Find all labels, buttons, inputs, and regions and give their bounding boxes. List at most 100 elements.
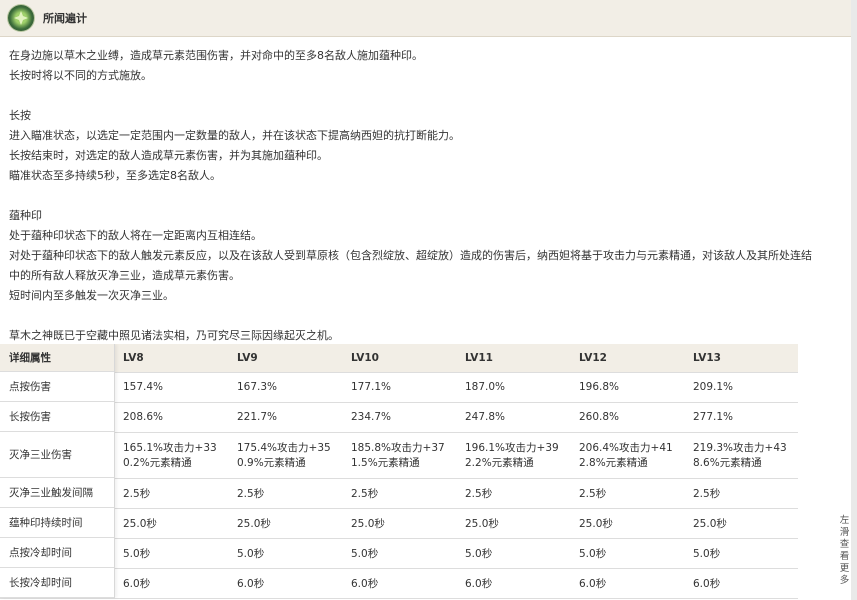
value-cell: 25.0秒 [570,508,684,539]
row-label: 长按冷却时间 [0,568,114,598]
value-cell: 206.4%攻击力+41 2.8%元素精通 [570,432,684,479]
sticky-label-column: 详细属性 点按伤害 长按伤害 灭净三业伤害 灭净三业触发间隔 蕴种印持续时间 点按冷却时间… [0,344,115,598]
description-line: 长按时将以不同的方式施放。 [9,69,152,82]
value-cell: 5.0秒 [570,538,684,569]
row-label: 灭净三业伤害 [0,432,114,478]
description-line: 草木之神既已于空藏中照见诸法实相，乃可究尽三际因缘起灭之机。 [9,329,339,342]
level-header: LV10 [342,344,456,373]
description-line: 在身边施以草木之业缚，造成草元素范围伤害，并对命中的至多8名敌人施加蕴种印。 [9,49,423,62]
value-cell: 6.0秒 [570,568,684,599]
value-cell: 260.8% [570,402,684,433]
value-cell: 6.0秒 [456,568,570,599]
value-line: 206.4%攻击力+41 [579,442,673,454]
value-line: 8.6%元素精通 [693,457,762,469]
scrollbar-track[interactable] [851,0,857,600]
value-cell: 177.1% [342,372,456,403]
description-line: 瞄准状态至多持续5秒，至多选定8名敌人。 [9,169,221,182]
row-label: 蕴种印持续时间 [0,508,114,538]
leaf-icon [14,11,28,25]
value-line: 1.5%元素精通 [351,457,420,469]
value-cell: 25.0秒 [342,508,456,539]
value-cell: 157.4% [114,372,228,403]
value-cell: 196.1%攻击力+39 2.2%元素精通 [456,432,570,479]
table-row: 208.6% 221.7% 234.7% 247.8% 260.8% 277.1% [0,402,798,433]
value-cell: 2.5秒 [114,478,228,509]
value-line: 0.9%元素精通 [237,457,306,469]
level-header: LV8 [114,344,228,373]
table-row: 157.4% 167.3% 177.1% 187.0% 196.8% 209.1% [0,372,798,403]
value-line: 2.2%元素精通 [465,457,534,469]
value-cell: 234.7% [342,402,456,433]
description-line: 对处于蕴种印状态下的敌人触发元素反应，以及在该敌人受到草原核（包含烈绽放、超绽放… [9,249,812,262]
value-cell: 25.0秒 [684,508,798,539]
value-cell: 165.1%攻击力+33 0.2%元素精通 [114,432,228,479]
value-cell: 25.0秒 [114,508,228,539]
value-cell: 247.8% [456,402,570,433]
value-line: 0.2%元素精通 [123,457,192,469]
description-line: 进入瞄准状态，以选定一定范围内一定数量的敌人，并在该状态下提高纳西妲的抗打断能力… [9,129,460,142]
value-cell: 187.0% [456,372,570,403]
value-cell: 175.4%攻击力+35 0.9%元素精通 [228,432,342,479]
value-cell: 277.1% [684,402,798,433]
level-table: LV8 LV9 LV10 LV11 LV12 LV13 157.4% 167.3%… [0,344,798,599]
skill-icon [8,5,34,31]
value-cell: 6.0秒 [228,568,342,599]
value-line: 175.4%攻击力+35 [237,442,331,454]
value-cell: 196.8% [570,372,684,403]
value-cell: 221.7% [228,402,342,433]
table-row: 5.0秒 5.0秒 5.0秒 5.0秒 5.0秒 5.0秒 [0,538,798,569]
value-cell: 5.0秒 [114,538,228,569]
description-line: 长按 [9,109,31,122]
table-header-row: LV8 LV9 LV10 LV11 LV12 LV13 [0,344,798,373]
value-cell: 2.5秒 [684,478,798,509]
level-header: LV13 [684,344,798,373]
table-row: 击力+30精通165.1%攻击力+330.2%元素精通175.4%攻击力+350… [0,432,798,479]
value-cell: 219.3%攻击力+43 8.6%元素精通 [684,432,798,479]
row-label: 点按伤害 [0,372,114,402]
value-line: 185.8%攻击力+37 [351,442,445,454]
description-line: 长按结束时，对选定的敌人造成草元素伤害，并为其施加蕴种印。 [9,149,328,162]
value-cell: 5.0秒 [684,538,798,569]
value-line: 2.8%元素精通 [579,457,648,469]
description-line: 短时间内至多触发一次灭净三业。 [9,289,174,302]
level-header: LV9 [228,344,342,373]
value-cell: 25.0秒 [228,508,342,539]
description-line: 中的所有敌人释放灭净三业，造成草元素伤害。 [9,269,240,282]
value-cell: 5.0秒 [342,538,456,569]
value-cell: 2.5秒 [228,478,342,509]
level-header: LV12 [570,344,684,373]
value-cell: 185.8%攻击力+37 1.5%元素精通 [342,432,456,479]
row-label: 点按冷却时间 [0,538,114,568]
table-row: 6.0秒 6.0秒 6.0秒 6.0秒 6.0秒 6.0秒 [0,568,798,599]
value-line: 196.1%攻击力+39 [465,442,559,454]
table-row: 25.0秒 25.0秒 25.0秒 25.0秒 25.0秒 25.0秒 [0,508,798,539]
value-cell: 2.5秒 [342,478,456,509]
value-cell: 208.6% [114,402,228,433]
scroll-hint: 左滑查看更多 [838,515,851,587]
skill-title: 所闻遍计 [43,12,87,25]
value-cell: 6.0秒 [114,568,228,599]
value-cell: 2.5秒 [456,478,570,509]
description-line: 蕴种印 [9,209,42,222]
skill-header: 所闻遍计 [0,0,851,37]
value-cell: 209.1% [684,372,798,403]
row-label: 灭净三业触发间隔 [0,478,114,508]
description-line: 处于蕴种印状态下的敌人将在一定距离内互相连结。 [9,229,262,242]
value-cell: 2.5秒 [570,478,684,509]
value-line: 165.1%攻击力+33 [123,442,217,454]
value-line: 219.3%攻击力+43 [693,442,787,454]
value-cell: 6.0秒 [684,568,798,599]
corner-label: 详细属性 [0,344,114,372]
value-cell: 167.3% [228,372,342,403]
value-cell: 5.0秒 [228,538,342,569]
value-cell: 6.0秒 [342,568,456,599]
skill-description: 在身边施以草木之业缚，造成草元素范围伤害，并对命中的至多8名敌人施加蕴种印。 长按… [9,46,844,346]
value-cell: 25.0秒 [456,508,570,539]
value-cell: 5.0秒 [456,538,570,569]
row-label: 长按伤害 [0,402,114,432]
table-row: 2.5秒 2.5秒 2.5秒 2.5秒 2.5秒 2.5秒 [0,478,798,509]
attribute-table[interactable]: LV8 LV9 LV10 LV11 LV12 LV13 157.4% 167.3%… [0,344,851,600]
